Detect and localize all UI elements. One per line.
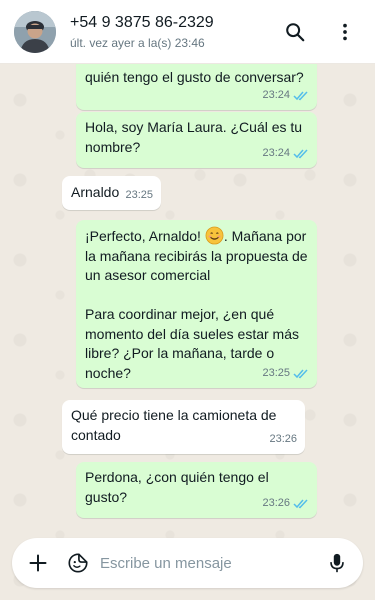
last-seen-status: últ. vez ayer a la(s) 23:46	[70, 35, 205, 50]
message-outgoing[interactable]: Perdona, ¿con quién tengo el gusto? 23:2…	[76, 462, 317, 518]
read-ticks-icon	[293, 368, 309, 379]
message-meta: 23:24	[262, 144, 309, 164]
message-time: 23:25	[125, 188, 153, 201]
composer-bar	[12, 538, 363, 588]
message-time: 23:25	[262, 366, 290, 379]
message-time: 23:26	[269, 432, 297, 445]
plus-icon[interactable]	[18, 543, 58, 583]
message-meta: 23:26	[269, 430, 297, 450]
mic-icon[interactable]	[317, 543, 357, 583]
message-incoming[interactable]: Qué precio tiene la camioneta de contado…	[62, 400, 305, 454]
message-meta: 23:24	[262, 86, 309, 106]
message-outgoing[interactable]: ¡Perfecto, Arnaldo! . Mañana por la maña…	[76, 220, 317, 388]
composer	[0, 528, 375, 600]
message-meta: 23:26	[262, 494, 309, 514]
message-meta: 23:25	[125, 186, 153, 206]
contact-info[interactable]: +54 9 3875 86-2329 últ. vez ayer a la(s)…	[70, 13, 277, 51]
read-ticks-icon	[293, 90, 309, 101]
message-incoming[interactable]: Arnaldo 23:25	[62, 176, 161, 210]
search-icon[interactable]	[277, 14, 313, 50]
message-time: 23:24	[262, 88, 290, 101]
read-ticks-icon	[293, 498, 309, 509]
sticker-icon[interactable]	[58, 543, 98, 583]
message-meta: 23:25	[262, 364, 309, 384]
message-text: ¡Perfecto, Arnaldo! . Mañana por la maña…	[85, 226, 308, 383]
message-text-part: ¡Perfecto, Arnaldo!	[85, 228, 205, 244]
read-ticks-icon	[293, 148, 309, 159]
message-time: 23:24	[262, 146, 290, 159]
message-text-part: . Mañana por la mañana recibirás la prop…	[85, 228, 308, 381]
message-outgoing[interactable]: Hola, soy María Laura. ¿Cuál es tu nombr…	[76, 112, 317, 168]
message-input[interactable]	[100, 554, 317, 572]
message-outgoing[interactable]: quién tengo el gusto de conversar? 23:24	[76, 64, 317, 110]
smiling-face-emoji-icon	[205, 226, 224, 245]
chat-header: +54 9 3875 86-2329 últ. vez ayer a la(s)…	[0, 0, 375, 64]
avatar[interactable]	[14, 10, 56, 53]
message-list[interactable]: quién tengo el gusto de conversar? 23:24…	[0, 64, 375, 528]
message-text: quién tengo el gusto de conversar?	[85, 69, 304, 85]
message-text: Qué precio tiene la camioneta de contado	[71, 407, 277, 443]
contact-name: +54 9 3875 86-2329	[70, 13, 214, 31]
more-vert-icon[interactable]	[327, 14, 363, 50]
message-time: 23:26	[262, 496, 290, 509]
